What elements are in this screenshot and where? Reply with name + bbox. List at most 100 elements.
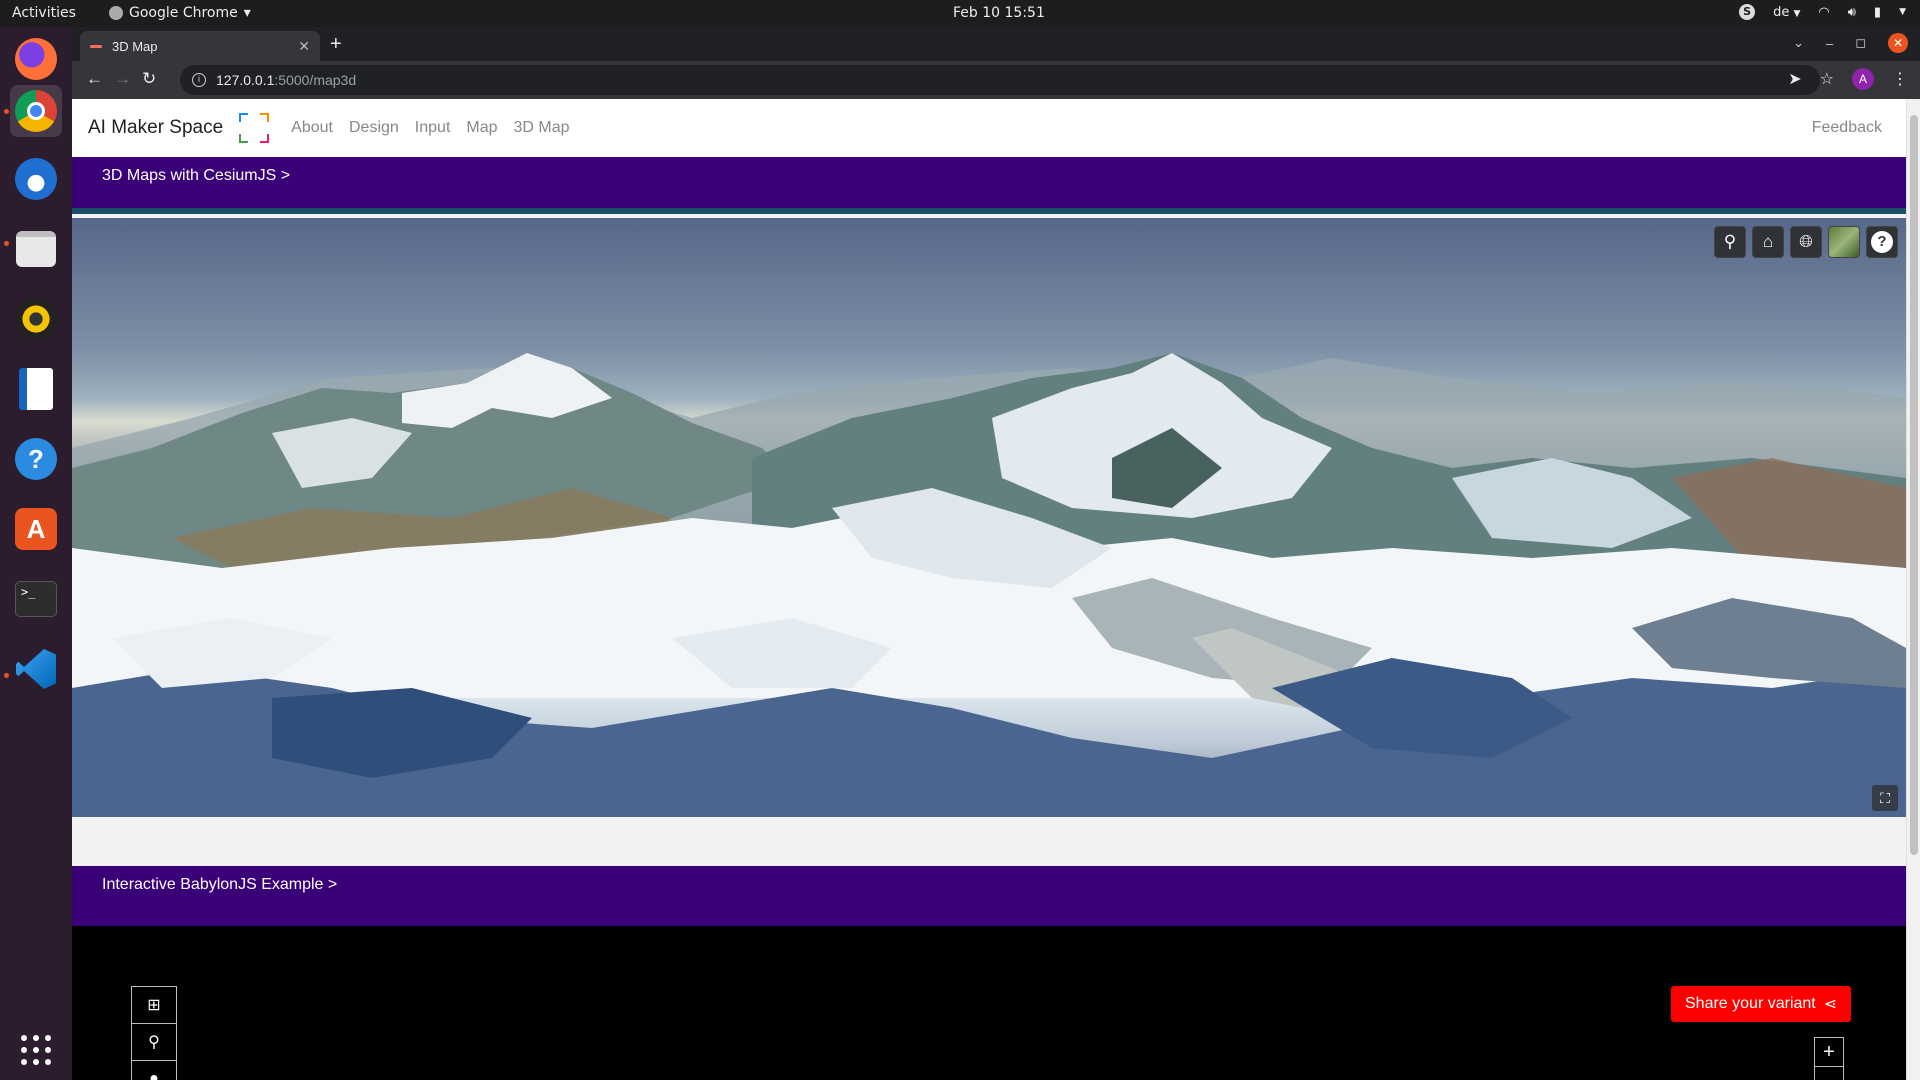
url-path: :5000/map3d: [274, 72, 357, 88]
back-button[interactable]: ←: [86, 69, 103, 89]
url-text: 127.0.0.1:5000/map3d: [216, 72, 356, 88]
close-window-button[interactable]: ✕: [1888, 33, 1908, 53]
app-grid-icon: [21, 1035, 51, 1065]
profile-avatar[interactable]: A: [1852, 68, 1874, 90]
keyboard-layout[interactable]: de ▼: [1773, 5, 1800, 20]
browser-toolbar: ← → ↻ i 127.0.0.1:5000/map3d ➤ ☆ A ⋮: [72, 61, 1920, 99]
running-indicator: [4, 241, 9, 246]
babylon-section-header: Interactive BabylonJS Example >: [72, 866, 1906, 926]
brand-logo-icon[interactable]: [239, 113, 270, 143]
zoom-out-button[interactable]: [1814, 1066, 1844, 1080]
site-info-icon[interactable]: i: [192, 73, 206, 87]
new-tab-button[interactable]: +: [330, 33, 342, 56]
chrome-small-icon: [109, 6, 123, 20]
clock[interactable]: Feb 10 15:51: [953, 5, 1045, 21]
toolbar-actions: ➤ ☆ A ⋮: [1788, 68, 1908, 90]
nav-link-map[interactable]: Map: [466, 119, 497, 137]
vscode-icon: [16, 649, 56, 689]
site-navbar: AI Maker Space About Design Input Map 3D…: [72, 99, 1906, 157]
nav-link-3d-map[interactable]: 3D Map: [514, 119, 570, 137]
dock-firefox[interactable]: [10, 33, 62, 85]
page-viewport: AI Maker Space About Design Input Map 3D…: [72, 99, 1920, 1080]
chrome-icon: [15, 90, 57, 132]
system-top-bar: Activities Google Chrome ▾ Feb 10 15:51 …: [0, 0, 1920, 27]
forward-button[interactable]: →: [114, 69, 131, 89]
babylon-canvas[interactable]: ⊞ ⚲ ● Share your variant ⋖ +: [72, 926, 1906, 1080]
hierarchy-icon[interactable]: ⊞: [131, 986, 177, 1024]
nav-links: About Design Input Map 3D Map: [291, 119, 569, 137]
dock-writer[interactable]: [10, 363, 62, 415]
info-icon[interactable]: ●: [131, 1060, 177, 1080]
share-variant-label: Share your variant: [1685, 995, 1816, 1012]
url-host: 127.0.0.1: [216, 72, 275, 88]
dock-help[interactable]: ?: [10, 433, 62, 485]
section-spacer: [72, 817, 1906, 866]
dock-terminal[interactable]: >_: [10, 573, 62, 625]
activities-button[interactable]: Activities: [12, 5, 76, 21]
chevron-down-icon: ▾: [243, 5, 251, 21]
bookmark-star-icon[interactable]: ☆: [1820, 69, 1834, 89]
help-icon[interactable]: ?: [1866, 226, 1898, 258]
nav-link-about[interactable]: About: [291, 119, 333, 137]
address-bar[interactable]: i 127.0.0.1:5000/map3d: [180, 65, 1820, 95]
scrollbar-thumb[interactable]: [1910, 115, 1918, 855]
window-controls: ⌄ – ◻ ✕: [1793, 33, 1908, 53]
app-menu-label: Google Chrome: [129, 5, 238, 21]
favicon-icon: [90, 44, 102, 48]
share-icon: ⋖: [1823, 996, 1838, 1013]
tab-strip: 3D Map ✕ + ⌄ – ◻ ✕: [72, 27, 1920, 61]
help-icon: ?: [15, 438, 57, 480]
nav-link-input[interactable]: Input: [415, 119, 451, 137]
kebab-menu-icon[interactable]: ⋮: [1892, 69, 1908, 89]
send-to-device-icon[interactable]: ➤: [1788, 69, 1801, 89]
dock-files[interactable]: [10, 223, 62, 275]
share-variant-button[interactable]: Share your variant ⋖: [1671, 986, 1852, 1022]
cesium-toolbar: ⚲ ⌂ 🌐︎ ?: [1714, 226, 1898, 258]
battery-icon[interactable]: ▮: [1874, 5, 1881, 20]
dock-vscode[interactable]: [10, 643, 62, 695]
fullscreen-icon[interactable]: ⛶: [1872, 785, 1898, 811]
firefox-icon: [15, 38, 57, 80]
base-layer-picker-icon[interactable]: [1828, 226, 1860, 258]
nav-link-design[interactable]: Design: [349, 119, 399, 137]
dock-chrome[interactable]: [10, 85, 62, 137]
zoom-in-button[interactable]: +: [1814, 1037, 1844, 1067]
system-tray[interactable]: S de ▼ ◠ 🔊︎ ▮ ▼: [1739, 4, 1906, 20]
tab-title: 3D Map: [112, 38, 158, 54]
minimize-button[interactable]: –: [1826, 36, 1833, 51]
thunderbird-icon: [15, 158, 57, 200]
chevron-down-icon: ▼: [1793, 8, 1801, 19]
software-center-icon: A: [15, 508, 57, 550]
terrain-render: [72, 353, 1906, 817]
dock-rhythmbox[interactable]: [10, 293, 62, 345]
wifi-icon[interactable]: ◠: [1818, 5, 1829, 20]
page-scrollbar[interactable]: [1906, 99, 1920, 1080]
running-indicator: [4, 673, 9, 678]
babylon-section-title[interactable]: Interactive BabylonJS Example >: [102, 876, 337, 893]
dock-software[interactable]: A: [10, 503, 62, 555]
home-icon[interactable]: ⌂: [1752, 226, 1784, 258]
running-indicator: [4, 109, 9, 114]
app-menu[interactable]: Google Chrome ▾: [109, 5, 251, 21]
search-icon[interactable]: ⚲: [1714, 226, 1746, 258]
cesium-3d-viewer[interactable]: ⚲ ⌂ 🌐︎ ? ⛶: [72, 218, 1906, 817]
rhythmbox-icon: [15, 298, 57, 340]
dock-app-grid[interactable]: [10, 1024, 62, 1076]
bicycle-icon[interactable]: ⚲: [131, 1023, 177, 1061]
chevron-down-icon[interactable]: ▼: [1899, 7, 1906, 17]
dock-thunderbird[interactable]: [10, 153, 62, 205]
brand-name[interactable]: AI Maker Space: [88, 117, 223, 139]
volume-icon[interactable]: 🔊︎: [1848, 5, 1856, 20]
tab-search-icon[interactable]: ⌄: [1793, 35, 1804, 51]
reload-button[interactable]: ↻: [142, 69, 156, 89]
libreoffice-writer-icon: [19, 368, 53, 410]
feedback-link[interactable]: Feedback: [1812, 119, 1882, 137]
restore-button[interactable]: ◻: [1855, 35, 1866, 51]
skype-icon[interactable]: S: [1739, 4, 1756, 20]
close-icon[interactable]: ✕: [298, 38, 310, 55]
globe-icon[interactable]: 🌐︎: [1790, 226, 1822, 258]
babylon-toolbar: ⊞ ⚲ ●: [131, 986, 177, 1080]
keyboard-layout-label: de: [1773, 4, 1790, 20]
cesium-section-title[interactable]: 3D Maps with CesiumJS >: [102, 167, 290, 184]
tab-3d-map[interactable]: 3D Map ✕: [80, 31, 320, 61]
